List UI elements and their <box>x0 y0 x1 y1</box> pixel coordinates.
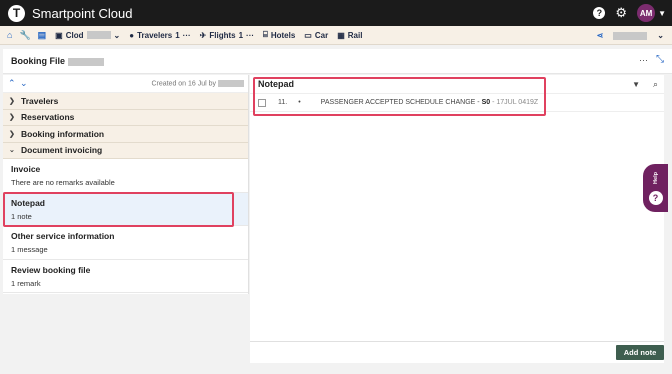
filter-icon[interactable]: ▼ <box>632 80 640 89</box>
page-title: Booking File <box>11 56 104 66</box>
list-item-title: Invoice <box>11 164 41 174</box>
gear-icon[interactable]: ⚙ <box>615 5 627 21</box>
app-title: Smartpoint Cloud <box>32 5 133 21</box>
add-note-button[interactable]: Add note <box>616 345 664 360</box>
list-item-title: Review booking file <box>11 264 91 275</box>
help-icon: ? <box>648 191 663 205</box>
avatar[interactable]: AM <box>637 4 656 22</box>
nav-hotels[interactable]: ⌸ Hotels <box>263 30 295 40</box>
app-logo: T <box>8 4 25 22</box>
nav-flights[interactable]: ✈ Flights 1 ··· <box>200 31 254 40</box>
section-travelers[interactable]: ❯ Travelers <box>3 93 248 110</box>
panel-toolbar: ⌃ ⌄ Created on 16 Jul by <box>3 75 248 93</box>
highlight-notepad-item <box>3 192 234 227</box>
created-info: Created on 16 Jul by <box>151 80 244 87</box>
booking-nav-bar: ⌂ 🔧 ▤ ▣ Clod ⌄ ● Travelers 1 ··· ✈ Fligh… <box>0 26 672 45</box>
more-icon[interactable]: ··· <box>183 31 191 40</box>
chevron-right-icon: ❯ <box>9 114 15 122</box>
app-header: T Smartpoint Cloud ? ⚙ AM ▼ <box>0 0 672 26</box>
stack-icon[interactable]: ▤ <box>38 30 47 41</box>
list-item-other-service-information[interactable]: Other service information 1 message <box>3 226 248 260</box>
nav-car[interactable]: ▭ Car <box>304 31 328 40</box>
nav-travelers[interactable]: ● Travelers 1 ··· <box>129 31 190 40</box>
nav-car-label: Car <box>314 30 329 40</box>
list-item-subtitle: There are no remarks available <box>11 178 115 187</box>
redacted-text <box>218 80 244 87</box>
section-reservations[interactable]: ❯ Reservations <box>3 109 248 126</box>
highlight-notepad-section <box>253 77 546 116</box>
nav-flights-count: 1 <box>238 30 244 40</box>
car-icon: ▭ <box>304 30 312 40</box>
briefcase-icon: ▣ <box>55 30 63 40</box>
section-document-invoicing[interactable]: ⌄ Document invoicing <box>3 142 248 159</box>
nav-booking-label: Clod <box>65 30 84 40</box>
nav-flights-label: Flights <box>209 30 236 40</box>
chevron-down-icon[interactable]: ⌄ <box>657 31 664 40</box>
expand-all-icon[interactable]: ⌃ <box>8 78 16 89</box>
list-item-title: Other service information <box>11 231 115 241</box>
collapse-icon[interactable]: ⤡ <box>656 54 664 65</box>
nav-travelers-count: 1 <box>175 30 180 40</box>
notepad-footer: Add note <box>250 341 664 363</box>
chevron-down-icon: ⌄ <box>113 30 121 40</box>
booking-file-header: Booking File ··· ⤡ <box>3 49 672 74</box>
search-icon[interactable]: ⌕ <box>653 79 658 90</box>
chevron-down-icon[interactable]: ▼ <box>658 9 666 18</box>
list-item-subtitle: 1 message <box>11 245 48 254</box>
more-options-button[interactable]: ··· <box>639 55 648 65</box>
share-icon[interactable]: ⋖ <box>597 31 604 40</box>
chevron-right-icon: ❯ <box>9 130 15 138</box>
person-icon: ● <box>129 30 135 40</box>
chevron-right-icon: ❯ <box>9 97 15 105</box>
more-icon[interactable]: ··· <box>246 31 254 40</box>
chevron-down-icon: ⌄ <box>9 147 15 155</box>
list-item-subtitle: 1 remark <box>11 278 41 288</box>
help-icon[interactable]: ? <box>593 7 606 19</box>
collapse-all-icon[interactable]: ⌄ <box>20 78 28 89</box>
train-icon: ▦ <box>337 30 345 40</box>
wrench-icon[interactable]: 🔧 <box>19 30 30 41</box>
list-item-invoice[interactable]: Invoice There are no remarks available <box>3 159 248 193</box>
section-booking-information[interactable]: ❯ Booking information <box>3 126 248 143</box>
nav-rail[interactable]: ▦ Rail <box>337 31 362 40</box>
booking-sections-panel: ⌃ ⌄ Created on 16 Jul by ❯ Travelers ❯ Res… <box>3 75 249 294</box>
redacted-text <box>86 31 111 39</box>
redacted-text <box>67 57 104 66</box>
help-tab[interactable]: Help ? <box>643 164 668 212</box>
redacted-text <box>613 31 648 40</box>
list-item-review-booking-file[interactable]: Review booking file 1 remark <box>3 260 248 293</box>
home-icon[interactable]: ⌂ <box>7 30 12 40</box>
nav-rail-label: Rail <box>347 30 363 40</box>
airplane-icon: ✈ <box>199 30 207 40</box>
nav-hotels-label: Hotels <box>270 30 296 40</box>
nav-travelers-label: Travelers <box>137 30 173 40</box>
bed-icon: ⌸ <box>263 30 268 39</box>
nav-booking[interactable]: ▣ Clod ⌄ <box>55 31 120 40</box>
help-label: Help <box>652 172 659 184</box>
